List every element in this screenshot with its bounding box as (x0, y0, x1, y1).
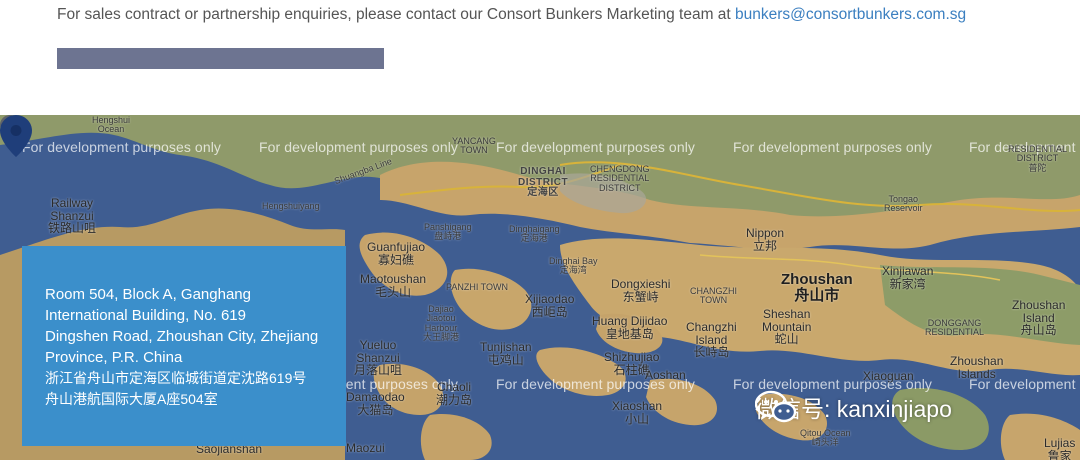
address-line: Dingshen Road, Zhoushan City, Zhejiang (45, 328, 319, 345)
place-label: YANCANG TOWN (452, 136, 496, 156)
address-infobox: Room 504, Block A, Ganghang Internationa… (22, 246, 346, 446)
place-label: DONGGANG RESIDENTIAL (925, 318, 985, 338)
dev-watermark: For development purposes only (259, 139, 459, 155)
place-label: Xiaoshan 小山 (612, 399, 663, 426)
place-label: DINGHAI DISTRICT 定海区 (518, 166, 569, 198)
place-label: Railway Shanzui 铁路山咀 (48, 196, 97, 236)
place-label: Hengshui Ocean (92, 115, 131, 135)
place-label: Qitou Ocean 崎头洋 (800, 428, 851, 448)
place-label: Changzhi Island 长峙岛 (686, 320, 737, 360)
wechat-icon (755, 390, 797, 423)
map[interactable]: For development purposes only For develo… (0, 115, 1080, 460)
place-label: Dajiao Jiaotou Harbour 大王脚港 (423, 304, 460, 343)
address-line: Province, P.R. China (45, 349, 183, 366)
place-label: Lujias 鲁家 (1044, 436, 1076, 460)
place-label: Guanfujiao 寡妇礁 (367, 240, 426, 267)
wechat-watermark: 微信号: kanxinjiapo (755, 390, 952, 424)
place-label: Chaoli 潮力岛 (436, 380, 473, 407)
place-label: Tongao Reservoir (884, 194, 923, 214)
contact-message: For sales contract or partnership enquir… (57, 6, 736, 23)
place-label: Zhoushan 舟山市 (781, 271, 853, 304)
place-label: Tunjishan 屯鸡山 (480, 340, 532, 367)
place-label: Dinghaigang 定海港 (509, 224, 560, 244)
redacted-bar (57, 48, 384, 69)
place-label: Maotoushan 毛头山 (360, 272, 427, 299)
place-label: Zhoushan Island 舟山岛 (1012, 298, 1066, 338)
address-line-cn: 舟山港航国际大厦A座504室 (45, 391, 218, 407)
map-pin-icon[interactable] (0, 115, 32, 157)
place-label: CHANGZHI TOWN (690, 286, 737, 306)
place-label: Dongxieshi 东蟹峙 (611, 277, 671, 304)
place-label: Yueluo Shanzui 月落山咀 (354, 338, 403, 378)
place-label: Hengshuiyang (262, 201, 320, 211)
address-line: Room 504, Block A, Ganghang (45, 286, 251, 303)
place-label: Dinghai Bay 定海湾 (549, 256, 598, 276)
place-label: Panshigang 盘峙港 (424, 222, 472, 242)
contact-section: For sales contract or partnership enquir… (0, 0, 1080, 115)
land-island-f (420, 414, 492, 460)
land-island-b (450, 268, 532, 330)
place-label: CHENGDONG RESIDENTIAL DISTRICT (590, 164, 650, 193)
dev-watermark: For development purposes only (22, 139, 222, 155)
place-label: Huang Dijidao 皇地基岛 (592, 314, 668, 341)
place-label: Maozui (346, 441, 385, 455)
dev-watermark: For development purposes only (496, 139, 696, 155)
place-label: Xiaoguan (863, 369, 914, 383)
address-text: Room 504, Block A, Ganghang Internationa… (45, 284, 335, 410)
dev-watermark: For development purposes only (733, 139, 933, 155)
place-label: Xinjiawan 新家湾 (882, 264, 934, 291)
address-line-cn: 浙江省舟山市定海区临城街道定沈路619号 (45, 370, 307, 386)
place-label: Zhoushan Islands (950, 354, 1004, 381)
place-label: RESIDENTIAL DISTRICT 普陀 (1008, 144, 1068, 173)
contact-text: For sales contract or partnership enquir… (57, 6, 966, 24)
place-label: Aoshan (645, 368, 686, 382)
place-label: Nippon 立邦 (746, 226, 785, 253)
place-label: Damaodao 大猫岛 (346, 390, 405, 417)
place-label: Sheshan Mountain 蛇山 (762, 307, 812, 347)
place-label: PANZHI TOWN (446, 282, 509, 292)
address-line: International Building, No. 619 (45, 307, 246, 324)
email-link[interactable]: bunkers@consortbunkers.com.sg (735, 6, 966, 23)
place-label: Xijiaodao 西岠岛 (525, 292, 575, 319)
